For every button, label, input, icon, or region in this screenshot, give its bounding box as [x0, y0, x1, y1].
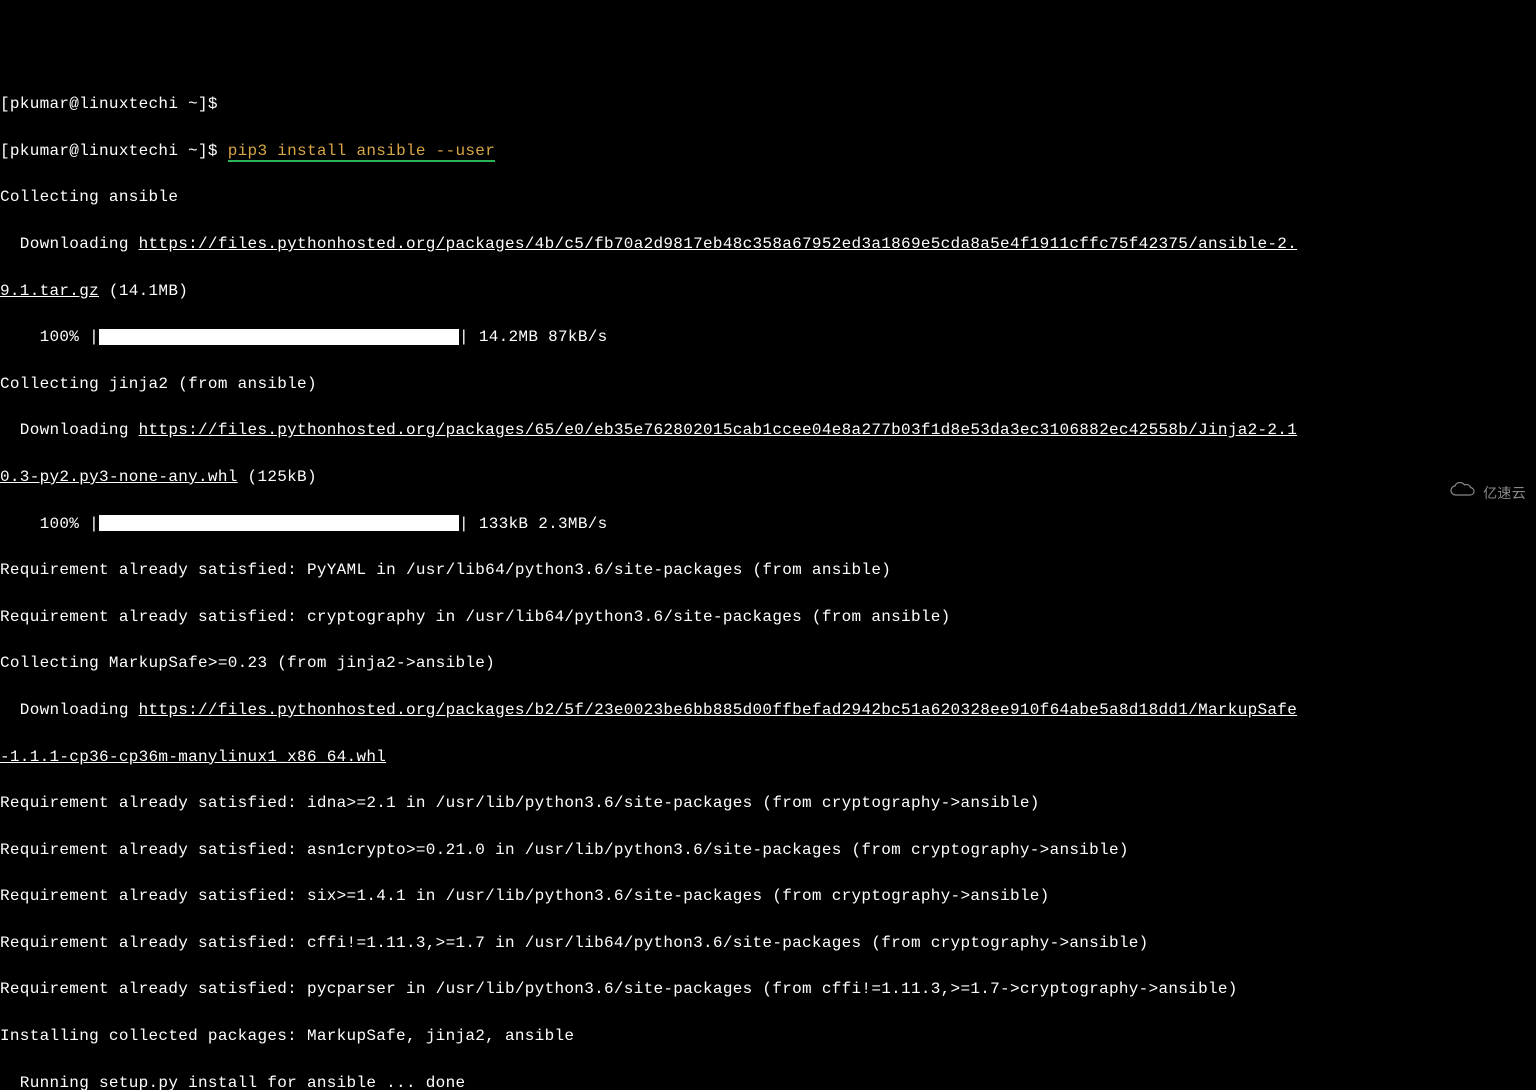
- output-req-1: Requirement already satisfied: PyYAML in…: [0, 559, 1536, 582]
- progress-stats-1: | 14.2MB 87kB/s: [459, 328, 608, 346]
- download-url-3: https://files.pythonhosted.org/packages/…: [139, 701, 1297, 719]
- output-req-4: Requirement already satisfied: asn1crypt…: [0, 839, 1536, 862]
- prompt-user: [pkumar@linuxtechi ~]$: [0, 142, 228, 160]
- progress-bar-1: [99, 329, 459, 345]
- progress-bar-2: [99, 515, 459, 531]
- cloud-logo-icon: [1433, 459, 1478, 529]
- output-req-6: Requirement already satisfied: cffi!=1.1…: [0, 932, 1536, 955]
- watermark-text: 亿速云: [1483, 482, 1526, 505]
- download-prefix-2: Downloading: [0, 421, 139, 439]
- output-installing: Installing collected packages: MarkupSaf…: [0, 1025, 1536, 1048]
- output-whl1: 0.3-py2.py3-none-any.whl (125kB): [0, 466, 1536, 489]
- progress-pct-2: 100% |: [0, 515, 99, 533]
- whl-size-1: (125kB): [238, 468, 317, 486]
- output-download-2: Downloading https://files.pythonhosted.o…: [0, 419, 1536, 442]
- tar-file: 9.1.tar.gz: [0, 282, 99, 300]
- download-url-2: https://files.pythonhosted.org/packages/…: [139, 421, 1297, 439]
- output-req-3: Requirement already satisfied: idna>=2.1…: [0, 792, 1536, 815]
- progress-pct-1: 100% |: [0, 328, 99, 346]
- prev-prompt: [pkumar@linuxtechi ~]$: [0, 95, 218, 113]
- download-url-1: https://files.pythonhosted.org/packages/…: [139, 235, 1297, 253]
- output-req-2: Requirement already satisfied: cryptogra…: [0, 606, 1536, 629]
- download-prefix: Downloading: [0, 235, 139, 253]
- whl-file-2: -1.1.1-cp36-cp36m-manylinux1_x86_64.whl: [0, 748, 386, 766]
- tar-size: (14.1MB): [99, 282, 188, 300]
- prompt-line-1: [pkumar@linuxtechi ~]$ pip3 install ansi…: [0, 140, 1536, 163]
- progress-stats-2: | 133kB 2.3MB/s: [459, 515, 608, 533]
- prev-prompt-line: [pkumar@linuxtechi ~]$: [0, 93, 1536, 116]
- output-collecting-jinja: Collecting jinja2 (from ansible): [0, 373, 1536, 396]
- download-prefix-3: Downloading: [0, 701, 139, 719]
- watermark: 亿速云: [1433, 459, 1526, 529]
- whl-file-1: 0.3-py2.py3-none-any.whl: [0, 468, 238, 486]
- output-req-5: Requirement already satisfied: six>=1.4.…: [0, 885, 1536, 908]
- output-req-7: Requirement already satisfied: pycparser…: [0, 978, 1536, 1001]
- progress-line-2: 100% | | 133kB 2.3MB/s: [0, 513, 1536, 536]
- output-download-3: Downloading https://files.pythonhosted.o…: [0, 699, 1536, 722]
- output-running: Running setup.py install for ansible ...…: [0, 1072, 1536, 1090]
- output-tar: 9.1.tar.gz (14.1MB): [0, 280, 1536, 303]
- command-input[interactable]: pip3 install ansible --user: [228, 142, 495, 162]
- output-collecting-markup: Collecting MarkupSafe>=0.23 (from jinja2…: [0, 652, 1536, 675]
- output-whl2: -1.1.1-cp36-cp36m-manylinux1_x86_64.whl: [0, 746, 1536, 769]
- output-download-1: Downloading https://files.pythonhosted.o…: [0, 233, 1536, 256]
- progress-line-1: 100% | | 14.2MB 87kB/s: [0, 326, 1536, 349]
- output-collecting-ansible: Collecting ansible: [0, 186, 1536, 209]
